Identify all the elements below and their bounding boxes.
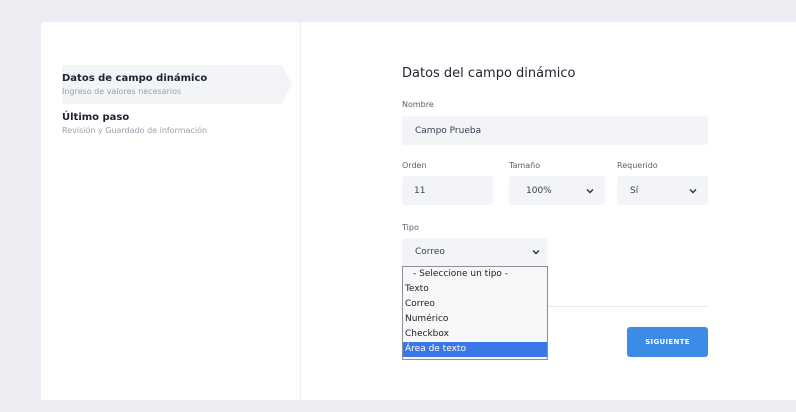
step-item-last-step[interactable]: Último paso Revisión y Guardado de infor… bbox=[62, 112, 282, 142]
tamano-select[interactable]: 100% bbox=[509, 176, 605, 205]
dropdown-option-highlighted[interactable]: Área de texto bbox=[403, 342, 547, 357]
form-title: Datos del campo dinámico bbox=[402, 66, 576, 81]
step-subtitle: Revisión y Guardado de información bbox=[62, 126, 208, 135]
orden-input[interactable]: 11 bbox=[402, 176, 493, 205]
dropdown-option[interactable]: Correo bbox=[403, 297, 547, 312]
step-item-dynamic-field[interactable]: Datos de campo dinámico Ingreso de valor… bbox=[62, 65, 292, 104]
tipo-value: Correo bbox=[415, 247, 445, 257]
vertical-divider bbox=[300, 22, 301, 400]
tipo-dropdown-list[interactable]: - Seleccione un tipo - Texto Correo Numé… bbox=[402, 266, 548, 360]
step-title: Último paso bbox=[62, 112, 130, 123]
chevron-down-icon bbox=[532, 250, 540, 255]
form-divider bbox=[548, 306, 708, 307]
tipo-select[interactable]: Correo bbox=[402, 238, 547, 266]
step-title: Datos de campo dinámico bbox=[62, 73, 208, 84]
orden-value: 11 bbox=[414, 185, 426, 196]
dropdown-option[interactable]: Checkbox bbox=[403, 327, 547, 342]
nombre-value: Campo Prueba bbox=[415, 125, 482, 136]
nombre-input[interactable]: Campo Prueba bbox=[402, 116, 708, 145]
requerido-select[interactable]: Sí bbox=[617, 176, 708, 205]
dropdown-option[interactable]: Numérico bbox=[403, 312, 547, 327]
dropdown-option[interactable]: - Seleccione un tipo - bbox=[403, 267, 547, 282]
chevron-down-icon bbox=[689, 188, 697, 193]
requerido-value: Sí bbox=[630, 185, 639, 196]
orden-label: Orden bbox=[402, 161, 427, 170]
requerido-label: Requerido bbox=[617, 161, 658, 170]
chevron-down-icon bbox=[586, 188, 594, 193]
next-button[interactable]: SIGUIENTE bbox=[627, 327, 708, 357]
tamano-value: 100% bbox=[526, 185, 552, 196]
tamano-label: Tamaño bbox=[509, 161, 541, 170]
tipo-label: Tipo bbox=[402, 223, 419, 232]
step-subtitle: Ingreso de valores necesarios bbox=[62, 87, 182, 96]
dropdown-option[interactable]: Texto bbox=[403, 282, 547, 297]
nombre-label: Nombre bbox=[402, 100, 434, 109]
